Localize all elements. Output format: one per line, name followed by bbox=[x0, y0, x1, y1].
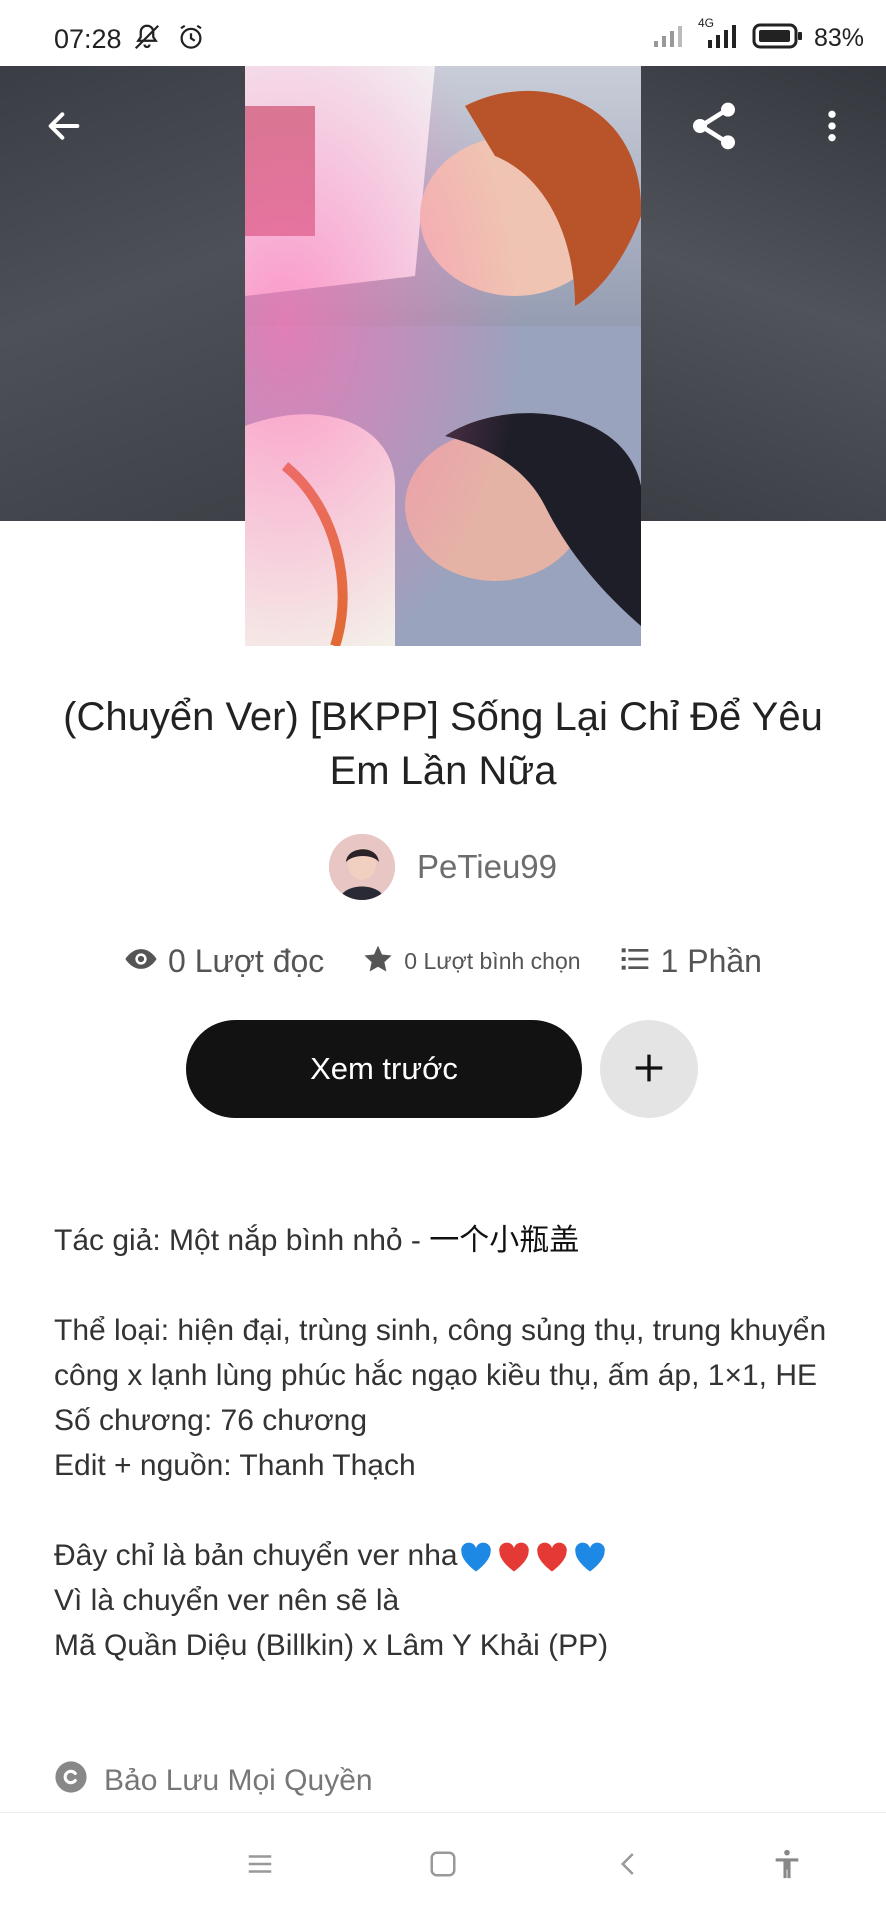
eye-icon bbox=[124, 942, 158, 981]
more-button[interactable] bbox=[800, 96, 864, 160]
add-to-library-button[interactable] bbox=[600, 1020, 698, 1118]
status-right: 4G 83% bbox=[652, 16, 864, 55]
nav-home-button[interactable] bbox=[418, 1841, 468, 1891]
reads-count: 0 Lượt đọc bbox=[168, 943, 325, 979]
story-cover-image[interactable] bbox=[245, 66, 641, 646]
votes-stat: 0 Lượt bình chọn bbox=[362, 943, 581, 980]
share-button[interactable] bbox=[682, 96, 746, 160]
share-icon bbox=[686, 98, 742, 159]
back-button[interactable] bbox=[32, 96, 96, 160]
plus-icon bbox=[629, 1048, 669, 1091]
copyright-row: Bảo Lưu Mọi Quyền bbox=[54, 1760, 373, 1802]
author-avatar[interactable] bbox=[328, 834, 395, 900]
square-icon bbox=[428, 1849, 458, 1884]
blue-heart-icon bbox=[574, 1542, 605, 1572]
story-stats: 0 Lượt đọc 0 Lượt bình chọn 1 Phần bbox=[0, 942, 886, 981]
description-note-2: Vì là chuyển ver nên sẽ là bbox=[54, 1584, 400, 1617]
red-heart-icon bbox=[498, 1542, 529, 1572]
copyright-icon bbox=[54, 1760, 88, 1802]
description-note: Đây chỉ là bản chuyển ver nha bbox=[54, 1533, 844, 1578]
action-buttons: Xem trước bbox=[186, 1020, 698, 1118]
battery-percent: 83% bbox=[813, 24, 864, 52]
system-nav-bar bbox=[0, 1812, 886, 1920]
star-icon bbox=[362, 943, 394, 980]
author-chinese-name: 一个小瓶盖 bbox=[429, 1224, 580, 1257]
story-title: (Chuyển Ver) [BKPP] Sống Lại Chỉ Để Yêu … bbox=[63, 695, 823, 793]
nav-accessibility-button[interactable] bbox=[762, 1841, 812, 1891]
story-description: Tác giả: Một nắp bình nhỏ - 一个小瓶盖 Thể lo… bbox=[54, 1218, 844, 1668]
nav-recents-button[interactable] bbox=[235, 1841, 285, 1891]
signal-4g-icon: 4G bbox=[698, 16, 742, 55]
back-arrow-icon bbox=[44, 106, 84, 151]
blue-heart-icon bbox=[460, 1542, 491, 1572]
parts-count[interactable]: 1 Phần bbox=[661, 943, 762, 980]
description-genre: Thể loại: hiện đại, trùng sinh, công sủn… bbox=[54, 1314, 827, 1392]
accessibility-icon bbox=[770, 1847, 804, 1886]
mute-bell-icon bbox=[132, 22, 162, 57]
votes-count: 0 Lượt bình chọn bbox=[404, 948, 581, 974]
author-name[interactable]: PeTieu99 bbox=[417, 848, 557, 886]
battery-icon bbox=[752, 22, 804, 55]
signal-icon bbox=[652, 23, 688, 54]
description-note-3: Mã Quần Diệu (Billkin) x Lâm Y Khải (PP) bbox=[54, 1629, 609, 1662]
hearts-emoji bbox=[458, 1541, 608, 1573]
author-row[interactable]: PeTieu99 bbox=[0, 834, 886, 900]
preview-button[interactable]: Xem trước bbox=[186, 1020, 582, 1118]
red-heart-icon bbox=[536, 1542, 567, 1572]
nav-back-button[interactable] bbox=[604, 1841, 654, 1891]
status-time: 07:28 bbox=[54, 24, 122, 54]
reads-stat: 0 Lượt đọc bbox=[124, 942, 324, 981]
menu-lines-icon bbox=[245, 1849, 275, 1884]
description-author-line: Tác giả: Một nắp bình nhỏ - 一个小瓶盖 bbox=[54, 1224, 580, 1257]
description-chapters: Số chương: 76 chương bbox=[54, 1404, 368, 1437]
more-vertical-icon bbox=[812, 106, 852, 151]
list-icon bbox=[619, 943, 651, 980]
parts-stat[interactable]: 1 Phần bbox=[619, 943, 762, 980]
status-bar: 07:28 4G 83% bbox=[0, 0, 886, 66]
copyright-text: Bảo Lưu Mọi Quyền bbox=[104, 1764, 373, 1797]
description-source: Edit + nguồn: Thanh Thạch bbox=[54, 1449, 416, 1482]
chevron-left-icon bbox=[614, 1849, 644, 1884]
alarm-icon bbox=[176, 22, 206, 57]
network-label: 4G bbox=[697, 16, 714, 30]
